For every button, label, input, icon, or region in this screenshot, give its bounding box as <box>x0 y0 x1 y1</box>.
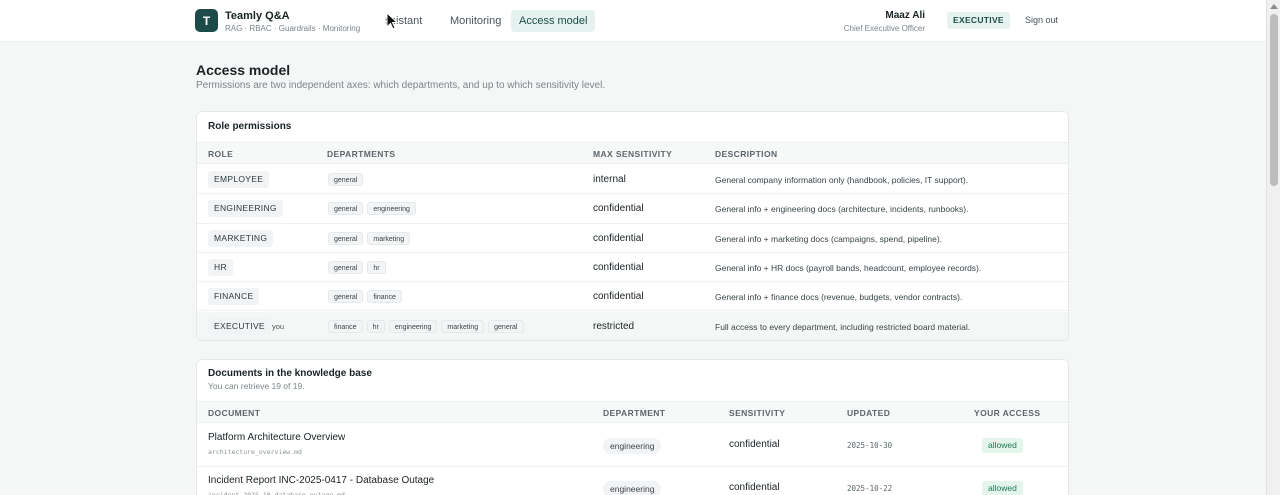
department-pill: marketing <box>367 231 411 245</box>
department-pill: finance <box>328 319 363 333</box>
scrollbar-thumb[interactable] <box>1270 14 1278 186</box>
you-indicator: you <box>272 321 285 331</box>
table-row: HR general hr confidential General info + HR… <box>197 253 1068 283</box>
column-header: MAX SENSITIVITY <box>593 149 673 159</box>
scroll-up-arrow-icon[interactable] <box>1270 4 1278 9</box>
max-sensitivity: confidential <box>593 232 644 244</box>
user-name: Maaz Ali <box>885 10 925 21</box>
max-sensitivity: restricted <box>593 320 635 332</box>
department-pill: hr <box>367 260 386 274</box>
department-list: general marketing <box>328 231 411 245</box>
column-header: DESCRIPTION <box>715 149 778 159</box>
column-header: DOCUMENT <box>208 408 261 418</box>
column-header: ROLE <box>208 149 234 159</box>
role-description: General info + finance docs (revenue, bu… <box>715 292 963 303</box>
access-status-badge: allowed <box>982 438 1023 453</box>
department-list: general engineering <box>328 202 416 216</box>
department-tag: engineering <box>603 481 662 495</box>
role-pill: HR <box>208 258 233 276</box>
card-title: Documents in the knowledge base <box>208 368 372 379</box>
department-pill: general <box>328 260 364 274</box>
role-pill: ENGINEERING <box>208 200 283 218</box>
column-header: SENSITIVITY <box>729 408 786 418</box>
documents-card: Documents in the knowledge base You can … <box>196 359 1069 495</box>
table-row: FINANCE general finance confidential General… <box>197 282 1068 312</box>
table-header: DOCUMENT DEPARTMENT SENSITIVITY UPDATED … <box>197 401 1068 423</box>
department-pill: general <box>328 231 364 245</box>
department-pill: general <box>328 290 364 304</box>
column-header: DEPARTMENT <box>603 408 666 418</box>
department-pill: general <box>488 319 524 333</box>
role-pill: EXECUTIVE <box>208 317 271 335</box>
department-pill: engineering <box>367 202 416 216</box>
max-sensitivity: internal <box>593 174 626 185</box>
document-sensitivity: confidential <box>729 482 780 493</box>
max-sensitivity: confidential <box>593 291 644 303</box>
page-subtitle: Permissions are two independent axes: wh… <box>196 80 606 91</box>
role-description: General info + marketing docs (campaigns… <box>715 233 943 244</box>
document-filename: architecture_overview.md <box>208 448 302 456</box>
department-list: general hr <box>328 260 386 274</box>
document-filename: incident_2025_10_database_outage.md <box>208 491 345 495</box>
page-scrollbar[interactable] <box>1266 0 1280 495</box>
brand-title: Teamly Q&A <box>225 10 290 22</box>
table-row: EMPLOYEE general internal General company i… <box>197 165 1068 195</box>
department-pill: general <box>328 202 364 216</box>
table-header: ROLE DEPARTMENTS MAX SENSITIVITY DESCRIP… <box>197 142 1068 164</box>
document-title[interactable]: Platform Architecture Overview <box>208 432 345 443</box>
role-pill: FINANCE <box>208 288 260 306</box>
department-pill: marketing <box>441 319 485 333</box>
table-row[interactable]: Platform Architecture Overview architectu… <box>197 424 1068 467</box>
department-list: general <box>328 173 364 186</box>
table-row: ENGINEERING general engineering confidentia… <box>197 194 1068 224</box>
table-row: EXECUTIVE you finance hr engineering marketin… <box>197 311 1068 340</box>
department-pill: finance <box>367 290 402 304</box>
role-permissions-card: Role permissions ROLE DEPARTMENTS MAX SE… <box>196 111 1069 341</box>
brand-subtitle: RAG · RBAC · Guardrails · Monitoring <box>225 24 361 33</box>
user-role-badge: EXECUTIVE <box>947 12 1010 29</box>
page-title: Access model <box>196 62 291 78</box>
department-pill: hr <box>366 319 385 333</box>
role-description: General info + HR docs (payroll bands, h… <box>715 262 982 273</box>
document-title[interactable]: Incident Report INC-2025-0417 - Database… <box>208 475 434 486</box>
max-sensitivity: confidential <box>593 261 644 273</box>
column-header: YOUR ACCESS <box>974 408 1041 418</box>
column-header: DEPARTMENTS <box>327 149 396 159</box>
department-list: general finance <box>328 290 402 304</box>
department-list: finance hr engineering marketing general <box>328 319 524 333</box>
sign-out-button[interactable]: Sign out <box>1019 10 1064 30</box>
role-description: General info + engineering docs (archite… <box>715 204 969 215</box>
role-pill: EMPLOYEE <box>208 171 270 188</box>
access-status-badge: allowed <box>982 481 1023 495</box>
role-pill: MARKETING <box>208 229 274 247</box>
card-subtitle: You can retrieve 19 of 19. <box>208 381 305 391</box>
department-pill: engineering <box>388 319 438 333</box>
table-row[interactable]: Incident Report INC-2025-0417 - Database… <box>197 467 1068 495</box>
nav-assistant[interactable]: ssistant <box>377 10 430 32</box>
role-description: General company information only (handbo… <box>715 175 969 185</box>
top-navbar: T Teamly Q&A RAG · RBAC · Guardrails · M… <box>0 0 1266 42</box>
user-title: Chief Executive Officer <box>843 24 925 33</box>
department-pill: general <box>328 173 364 186</box>
nav-monitoring[interactable]: Monitoring <box>442 10 509 32</box>
app-logo[interactable]: T <box>195 9 218 32</box>
column-header: UPDATED <box>847 408 891 418</box>
table-row: MARKETING general marketing confidential Gen… <box>197 224 1068 253</box>
mouse-pointer-icon <box>386 12 398 30</box>
role-description: Full access to every department, includi… <box>715 321 971 332</box>
card-title: Role permissions <box>208 121 292 132</box>
updated-date: 2025-10-22 <box>847 484 893 493</box>
updated-date: 2025-10-30 <box>847 441 893 450</box>
document-sensitivity: confidential <box>729 439 780 450</box>
department-tag: engineering <box>603 438 662 454</box>
nav-access-model[interactable]: Access model <box>511 10 596 32</box>
max-sensitivity: confidential <box>593 203 644 215</box>
